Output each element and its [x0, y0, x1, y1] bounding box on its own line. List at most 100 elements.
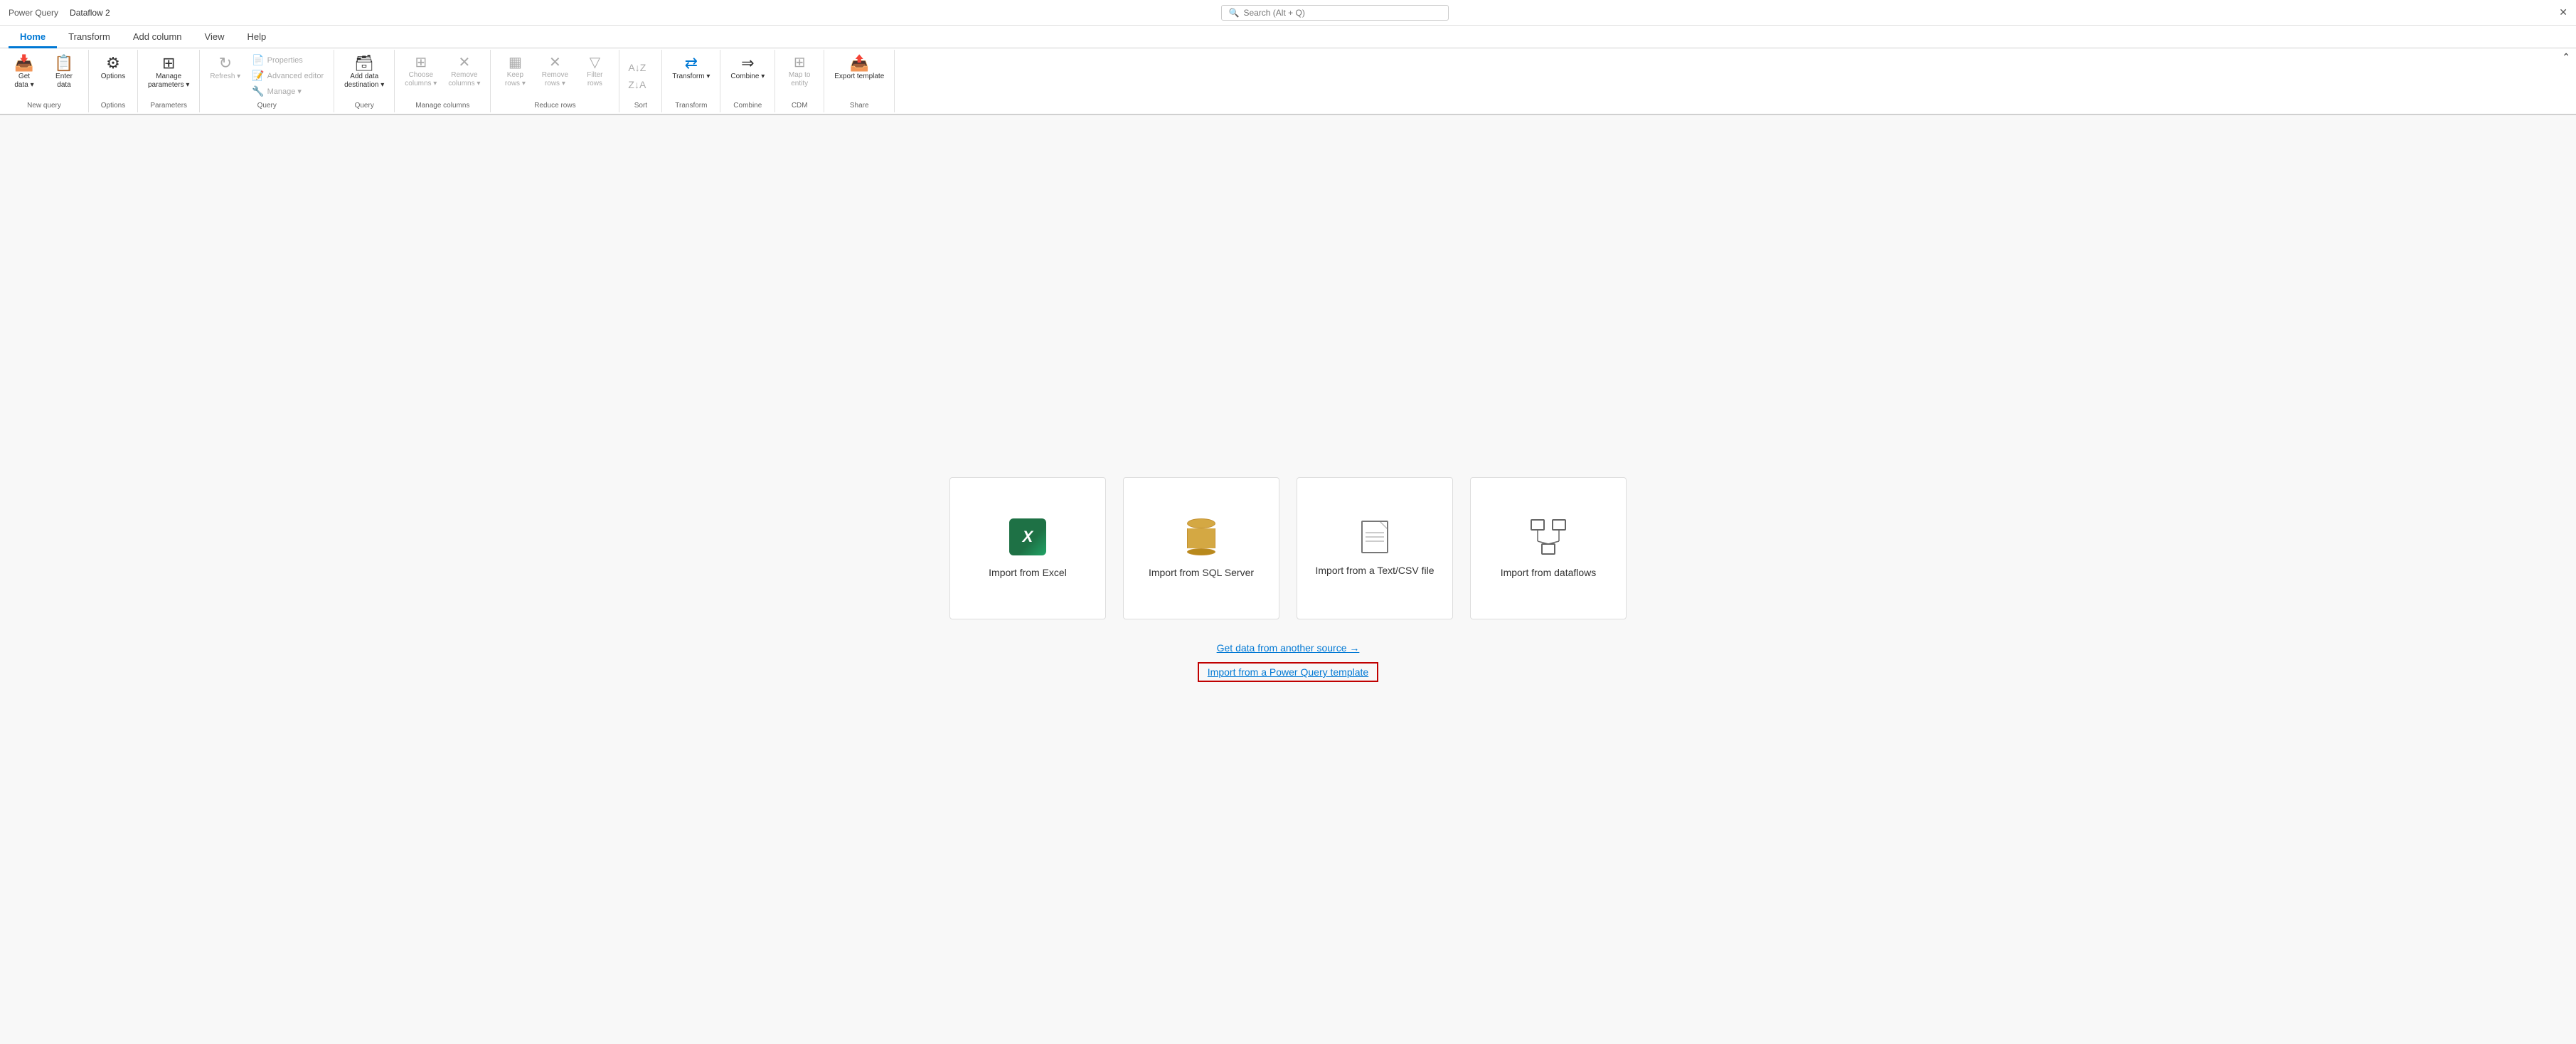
- import-dataflows-card[interactable]: Import from dataflows: [1470, 477, 1627, 619]
- get-data-label: Getdata ▾: [14, 73, 33, 90]
- import-excel-card[interactable]: X Import from Excel: [949, 477, 1106, 619]
- search-input[interactable]: [1243, 8, 1440, 18]
- doc-icon: [1361, 521, 1388, 553]
- ribbon-group-sort: A↓Z Z↓A Sort: [619, 50, 662, 112]
- ribbon-group-reduce-rows: ▦ Keeprows ▾ ✕ Removerows ▾ ▽ Filterrows…: [491, 50, 619, 112]
- add-data-destination-button[interactable]: 🗃 Add datadestination ▾: [340, 53, 388, 92]
- ribbon-group-new-query: 📥 Getdata ▾ 📋 Enterdata New query: [0, 50, 89, 112]
- ribbon-tabs: Home Transform Add column View Help: [0, 26, 2576, 48]
- ribbon-group-cdm: ⊞ Map toentity CDM: [775, 50, 824, 112]
- dataflow-icon: [1530, 518, 1567, 555]
- import-dataflows-label: Import from dataflows: [1489, 567, 1608, 578]
- properties-button[interactable]: 📄 Properties: [248, 53, 307, 68]
- choose-columns-label: Choosecolumns ▾: [405, 71, 437, 88]
- cylinder-top: [1187, 518, 1215, 528]
- share-content: 📤 Export template: [830, 53, 888, 99]
- add-dest-group-label: Query: [355, 99, 374, 110]
- tab-home[interactable]: Home: [9, 26, 57, 48]
- enter-data-label: Enterdata: [55, 73, 73, 90]
- advanced-editor-label: Advanced editor: [267, 72, 324, 80]
- query-group-label: Query: [257, 99, 277, 110]
- new-query-label: New query: [27, 99, 61, 110]
- parameters-content: ⊞ Manageparameters ▾: [144, 53, 193, 99]
- transform-icon: ⇄: [685, 55, 698, 71]
- ribbon-group-add-dest: 🗃 Add datadestination ▾ Query: [334, 50, 395, 112]
- cylinder-bottom: [1187, 548, 1215, 555]
- remove-columns-button[interactable]: ✕ Removecolumns ▾: [444, 53, 484, 91]
- choose-columns-icon: ⊞: [415, 55, 427, 70]
- refresh-button[interactable]: ↻ Refresh ▾: [206, 53, 245, 84]
- query-small-buttons: 📄 Properties 📝 Advanced editor 🔧 Manage …: [248, 53, 328, 99]
- add-dest-icon: 🗃: [354, 55, 374, 71]
- parameters-group-label: Parameters: [150, 99, 187, 110]
- import-csv-card[interactable]: Import from a Text/CSV file: [1297, 477, 1453, 619]
- transform-button[interactable]: ⇄ Transform ▾: [668, 53, 714, 84]
- options-button[interactable]: ⚙ Options: [95, 53, 132, 84]
- manage-parameters-label: Manageparameters ▾: [148, 73, 189, 90]
- tab-view[interactable]: View: [193, 26, 236, 48]
- remove-rows-button[interactable]: ✕ Removerows ▾: [536, 53, 573, 91]
- import-sql-card[interactable]: Import from SQL Server: [1123, 477, 1279, 619]
- manage-cols-content: ⊞ Choosecolumns ▾ ✕ Removecolumns ▾: [400, 53, 484, 99]
- ribbon-group-manage-columns: ⊞ Choosecolumns ▾ ✕ Removecolumns ▾ Mana…: [395, 50, 491, 112]
- options-group-label: Options: [101, 99, 125, 110]
- sort-descending-button[interactable]: Z↓A: [625, 78, 649, 92]
- ribbon-group-query: ↻ Refresh ▾ 📄 Properties 📝 Advanced edit…: [200, 50, 334, 112]
- ribbon-group-parameters: ⊞ Manageparameters ▾ Parameters: [138, 50, 200, 112]
- filter-rows-icon: ▽: [590, 55, 600, 70]
- manage-parameters-button[interactable]: ⊞ Manageparameters ▾: [144, 53, 193, 92]
- ribbon-group-transform: ⇄ Transform ▾ Transform: [662, 50, 720, 112]
- ribbon-group-share: 📤 Export template Share: [824, 50, 895, 112]
- keep-rows-button[interactable]: ▦ Keeprows ▾: [496, 53, 533, 91]
- enter-data-icon: 📋: [54, 55, 73, 71]
- choose-columns-button[interactable]: ⊞ Choosecolumns ▾: [400, 53, 441, 91]
- import-template-link[interactable]: Import from a Power Query template: [1198, 662, 1378, 682]
- sort-asc-icon: A↓Z: [628, 62, 646, 73]
- remove-rows-label: Removerows ▾: [542, 71, 568, 88]
- links-row: Get data from another source → Import fr…: [1198, 642, 1378, 682]
- combine-content: ⇒ Combine ▾: [726, 53, 769, 99]
- enter-data-button[interactable]: 📋 Enterdata: [46, 53, 83, 92]
- combine-group-label: Combine: [733, 99, 762, 110]
- ribbon-group-options: ⚙ Options Options: [89, 50, 138, 112]
- get-data-button[interactable]: 📥 Getdata ▾: [6, 53, 43, 92]
- import-excel-label: Import from Excel: [977, 567, 1078, 578]
- tab-add-column[interactable]: Add column: [122, 26, 193, 48]
- combine-label: Combine ▾: [730, 73, 765, 81]
- sort-ascending-button[interactable]: A↓Z: [625, 60, 649, 75]
- map-to-entity-label: Map toentity: [789, 71, 811, 88]
- export-template-button[interactable]: 📤 Export template: [830, 53, 888, 84]
- options-content: ⚙ Options: [95, 53, 132, 99]
- ribbon-collapse-button[interactable]: ⌃: [2556, 48, 2576, 66]
- title-bar: Power Query Dataflow 2 🔍 ✕: [0, 0, 2576, 26]
- cdm-content: ⊞ Map toentity: [781, 53, 818, 99]
- options-label: Options: [101, 73, 125, 81]
- map-to-entity-button[interactable]: ⊞ Map toentity: [781, 53, 818, 91]
- add-dest-content: 🗃 Add datadestination ▾: [340, 53, 388, 99]
- advanced-editor-button[interactable]: 📝 Advanced editor: [248, 68, 328, 83]
- combine-button[interactable]: ⇒ Combine ▾: [726, 53, 769, 84]
- ribbon: 📥 Getdata ▾ 📋 Enterdata New query ⚙ Opti…: [0, 48, 2576, 115]
- query-content: ↻ Refresh ▾ 📄 Properties 📝 Advanced edit…: [206, 53, 328, 99]
- add-dest-label: Add datadestination ▾: [344, 73, 384, 90]
- doc-line2: [1366, 536, 1384, 538]
- tab-transform[interactable]: Transform: [57, 26, 122, 48]
- share-group-label: Share: [850, 99, 869, 110]
- filter-rows-button[interactable]: ▽ Filterrows: [576, 53, 613, 91]
- import-csv-label: Import from a Text/CSV file: [1304, 565, 1445, 576]
- export-template-icon: 📤: [850, 55, 869, 71]
- tab-help[interactable]: Help: [235, 26, 277, 48]
- get-another-source-link[interactable]: Get data from another source →: [1217, 642, 1360, 654]
- keep-rows-icon: ▦: [509, 55, 522, 70]
- cylinder-body: [1187, 528, 1215, 548]
- properties-icon: 📄: [252, 54, 264, 66]
- doc-line3: [1366, 540, 1384, 542]
- search-bar[interactable]: 🔍: [1221, 5, 1449, 21]
- search-icon: 🔍: [1229, 8, 1240, 18]
- excel-x-letter: X: [1023, 528, 1033, 546]
- manage-button[interactable]: 🔧 Manage ▾: [248, 84, 306, 99]
- close-button[interactable]: ✕: [2559, 6, 2567, 18]
- sort-content: A↓Z Z↓A: [625, 53, 656, 99]
- combine-icon: ⇒: [741, 55, 754, 71]
- properties-label: Properties: [267, 56, 303, 65]
